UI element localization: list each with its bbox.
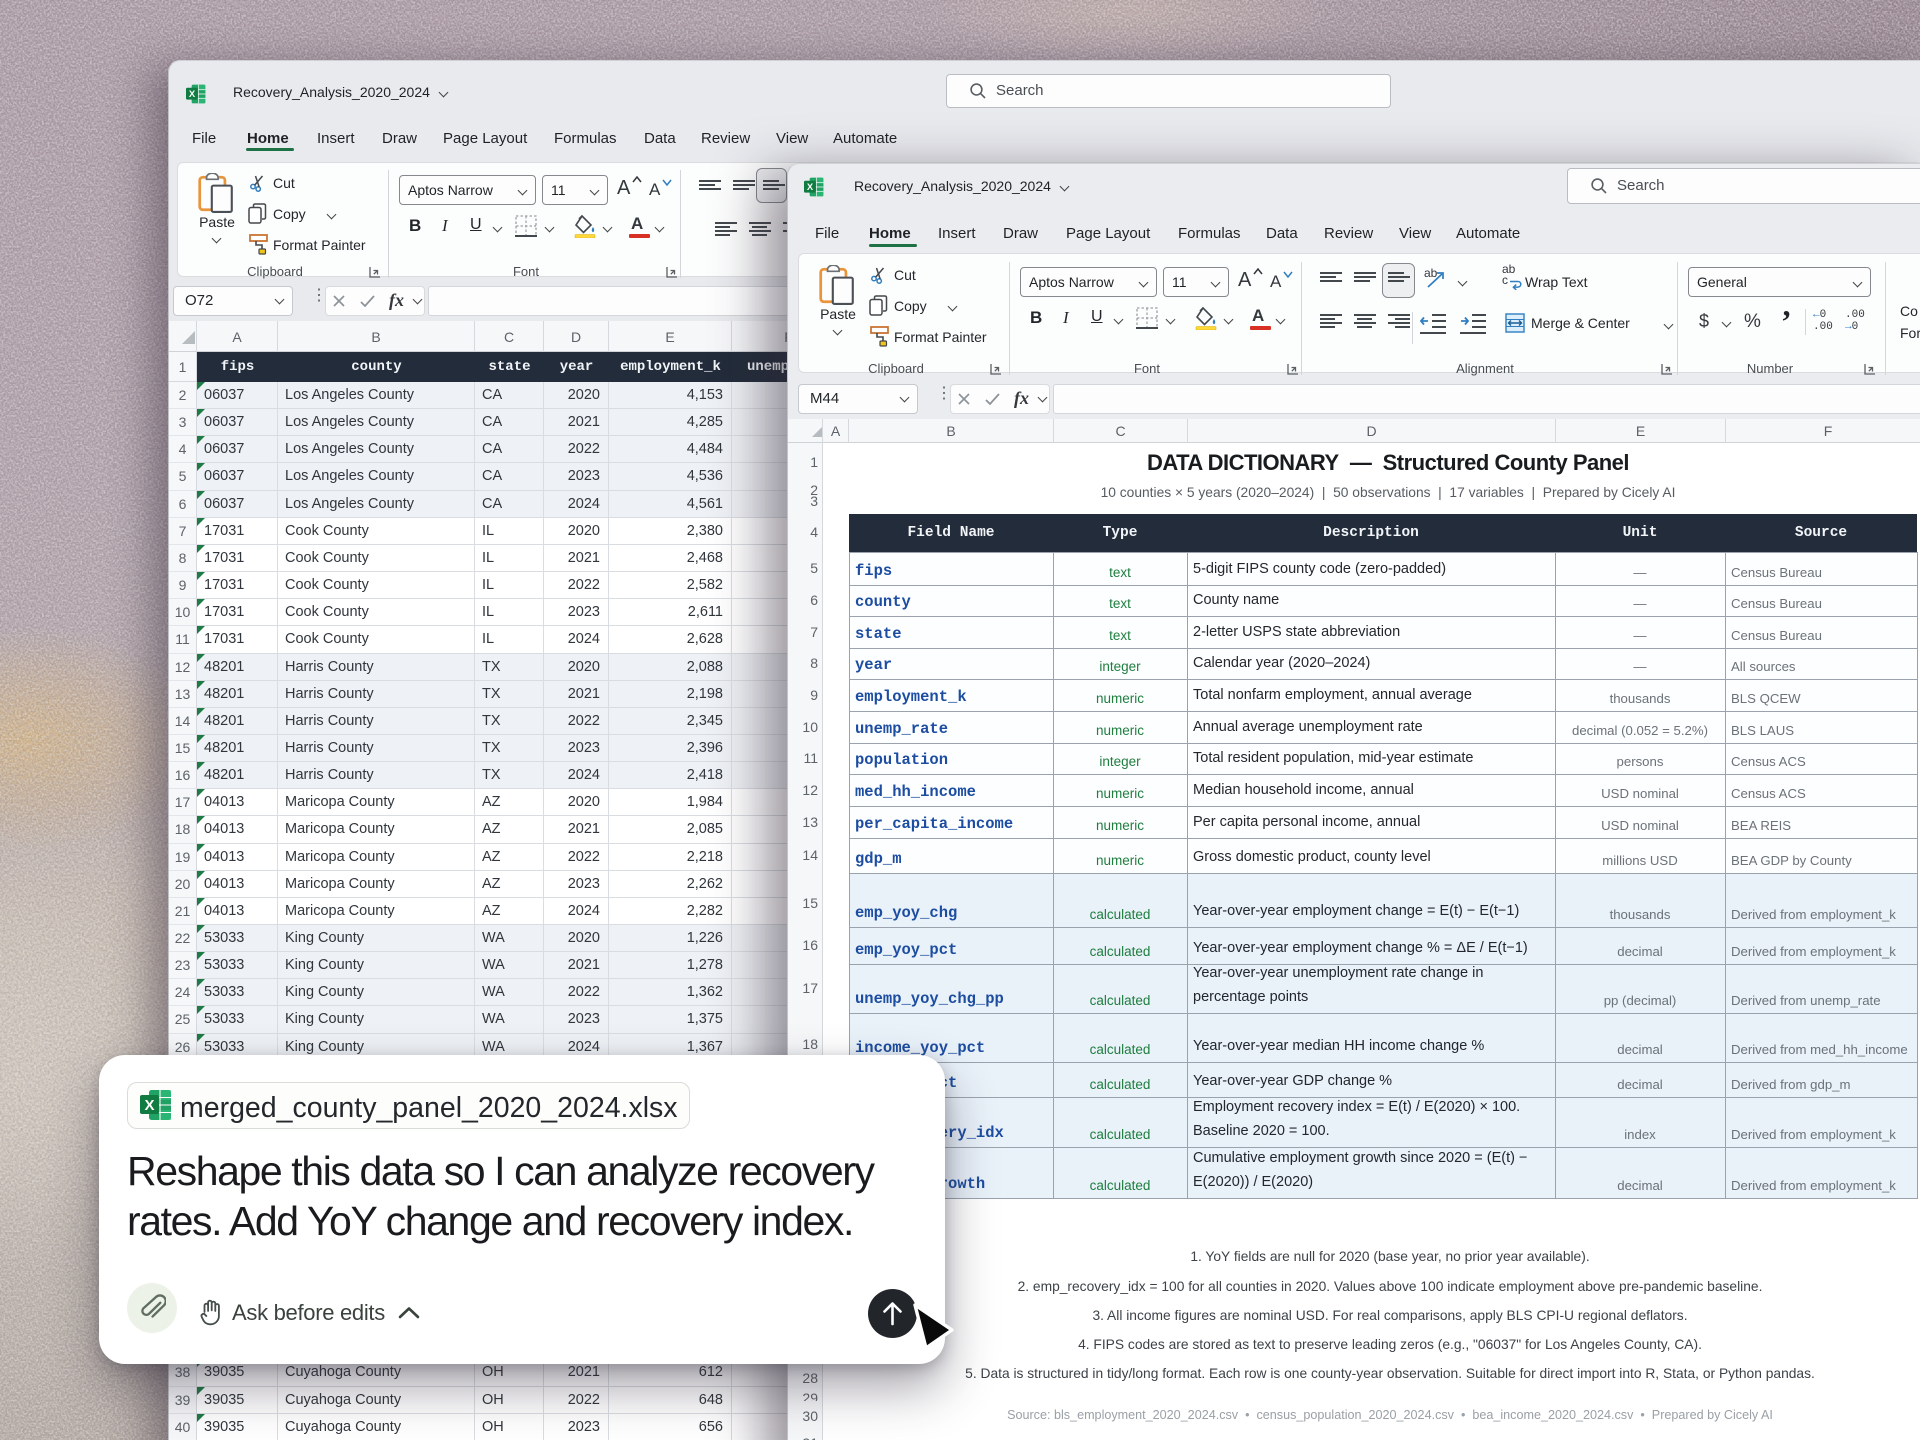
svg-text:X: X xyxy=(807,182,814,192)
svg-text:X: X xyxy=(144,1097,154,1114)
svg-text:X: X xyxy=(189,89,196,99)
